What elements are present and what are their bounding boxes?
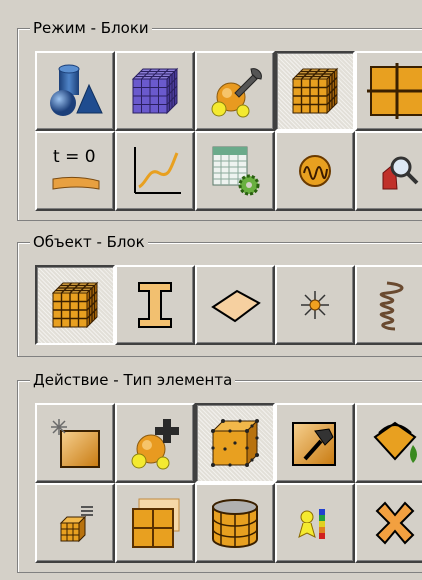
signal-button[interactable] — [275, 131, 355, 211]
fill-bucket-button[interactable] — [355, 403, 422, 483]
spring-coil-icon — [379, 281, 404, 331]
paint-bucket-icon — [373, 421, 417, 463]
o-grid-button[interactable] — [195, 483, 275, 563]
mode-group-title: Режим - Блоки — [30, 19, 152, 37]
t0-icon: t = 0 — [47, 143, 103, 199]
small-cube-list-icon — [59, 506, 93, 543]
object-beam-button[interactable] — [115, 265, 195, 345]
wrench-node-icon — [211, 68, 262, 118]
point-star-icon — [301, 291, 329, 319]
grid-blocking-icon — [367, 63, 422, 119]
magnifier-icon — [382, 156, 419, 190]
blocks-module-button[interactable] — [275, 51, 355, 131]
quality-button[interactable] — [275, 483, 355, 563]
ribbon-colorbar-icon — [298, 509, 325, 539]
block-vertices-icon — [211, 419, 259, 467]
orange-block-cube-icon — [291, 67, 339, 115]
block-list-button[interactable] — [35, 483, 115, 563]
part-shapes-icon — [50, 64, 103, 116]
action-group-title: Действие - Тип элемента — [30, 371, 236, 389]
vertex-plus-icon — [131, 419, 179, 470]
object-shell-button[interactable] — [195, 265, 275, 345]
hammer-edit-button[interactable] — [275, 403, 355, 483]
delete-button[interactable] — [355, 483, 422, 563]
mesh-module-button[interactable] — [115, 51, 195, 131]
create-block-button[interactable] — [35, 403, 115, 483]
object-spring-button[interactable] — [355, 265, 422, 345]
split-block-button[interactable] — [115, 483, 195, 563]
object-row — [35, 265, 422, 345]
hammer-icon — [292, 422, 336, 466]
t0-label: t = 0 — [53, 147, 96, 167]
i-beam-icon — [138, 282, 172, 328]
shell-diamond-icon — [211, 289, 261, 323]
waveform-circle-icon — [299, 155, 331, 187]
table-options-button[interactable] — [195, 131, 275, 211]
purple-mesh-cube-icon — [131, 67, 179, 115]
object-point-button[interactable] — [275, 265, 355, 345]
split-grid-icon — [132, 498, 180, 548]
edit-block-button[interactable] — [195, 403, 275, 483]
orange-block-cube-icon — [51, 281, 99, 329]
action-row-2 — [35, 483, 422, 563]
query-button[interactable] — [355, 131, 422, 211]
object-group-title: Объект - Блок — [30, 233, 148, 251]
cross-x-icon — [375, 501, 415, 545]
blocking-grid-button[interactable] — [355, 51, 422, 131]
new-block-spark-icon — [51, 419, 100, 468]
plot-button[interactable] — [115, 131, 195, 211]
part-module-button[interactable] — [35, 51, 115, 131]
initial-time-button[interactable]: t = 0 — [35, 131, 115, 211]
cylinder-grid-icon — [212, 499, 258, 548]
action-row-1 — [35, 403, 422, 483]
xy-plot-icon — [134, 147, 181, 194]
mode-row-2: t = 0 — [35, 131, 422, 211]
object-block-button[interactable] — [35, 265, 115, 345]
mode-row-1 — [35, 51, 422, 131]
table-gear-icon — [212, 146, 260, 196]
add-vertex-button[interactable] — [115, 403, 195, 483]
tools-module-button[interactable] — [195, 51, 275, 131]
